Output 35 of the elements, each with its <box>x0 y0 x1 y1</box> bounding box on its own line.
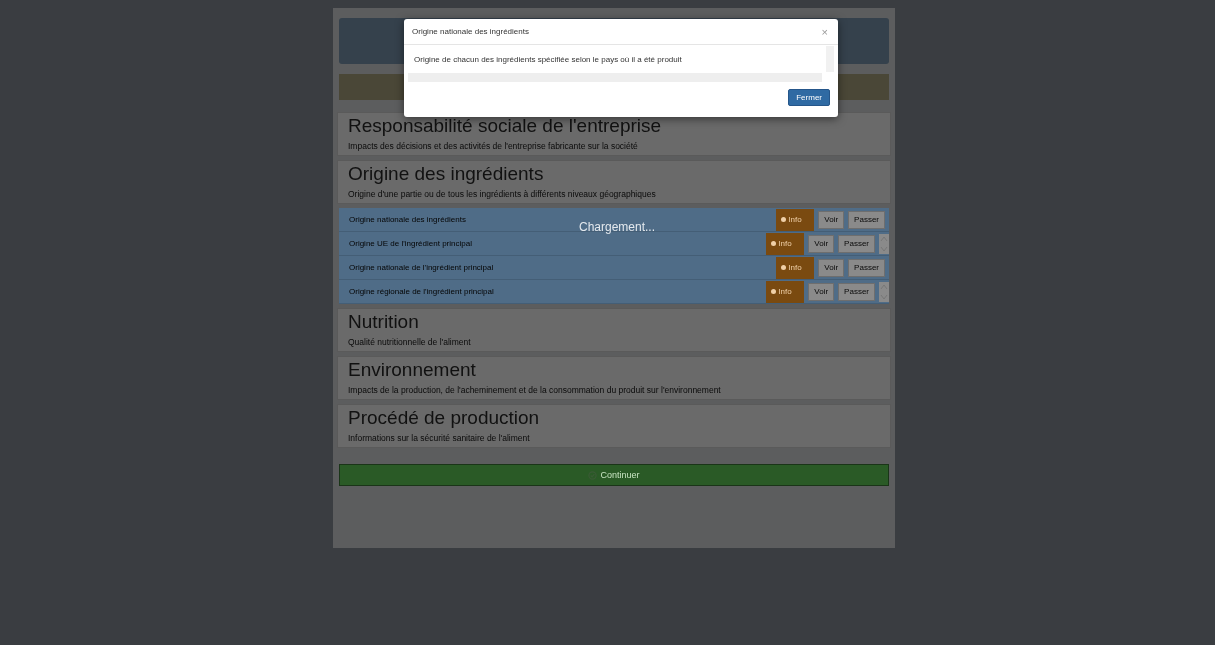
section-title: Origine des ingrédients <box>348 163 545 185</box>
section-title: Nutrition <box>348 311 420 333</box>
vertical-scrollbar[interactable] <box>826 46 834 72</box>
modal-title: Origine nationale des ingrédients <box>412 27 529 36</box>
reorder-arrows-icon[interactable] <box>879 233 889 254</box>
section-description: Origine d'une partie ou de tous les ingrédients à différents niveaux géographiques <box>348 189 657 199</box>
skip-button[interactable]: Passer <box>838 282 875 301</box>
info-button[interactable]: Info <box>776 256 815 279</box>
reorder-arrows-icon[interactable] <box>879 281 889 302</box>
view-button[interactable]: Voir <box>808 234 835 253</box>
skip-button[interactable]: Passer <box>838 234 875 253</box>
close-button[interactable]: Fermer <box>788 89 830 106</box>
close-button[interactable]: × <box>819 25 830 38</box>
criterion-label: Origine nationale de l'ingrédient principal <box>349 263 494 272</box>
section-description: Impacts des décisions et des activités de l'entreprise fabricante sur la société <box>348 141 639 151</box>
section-title: Environnement <box>348 359 477 381</box>
criterion-label: Origine régionale de l'ingrédient principal <box>349 287 494 296</box>
criterion-label: Origine nationale des ingrédients <box>349 215 466 224</box>
loading-text: Chargement... <box>579 220 656 234</box>
section-description: Impacts de la production, de l'acheminement et de la consommation du produit sur l'environnement <box>348 385 722 395</box>
skip-button[interactable]: Passer <box>848 210 885 229</box>
skip-button[interactable]: Passer <box>848 258 885 277</box>
view-button[interactable]: Voir <box>808 282 835 301</box>
section-description: Qualité nutritionnelle de l'aliment <box>348 337 472 347</box>
section-title: Responsabilité sociale de l'entreprise <box>348 115 663 137</box>
view-button[interactable]: Voir <box>818 210 845 229</box>
info-button[interactable]: Info <box>776 208 815 231</box>
info-button[interactable]: Info <box>766 232 805 255</box>
continue-button[interactable]: Continuer <box>339 464 889 486</box>
section-title: Procédé de production <box>348 407 541 429</box>
view-button[interactable]: Voir <box>818 258 845 277</box>
info-button[interactable]: Info <box>766 280 805 303</box>
modal-text: Origine de chacun des ingrédients spécifiée selon le pays où il a été produit <box>414 54 682 64</box>
criterion-label: Origine UE de l'ingrédient principal <box>349 239 472 248</box>
section-description: Informations sur la sécurité sanitaire de l'aliment <box>348 433 531 443</box>
